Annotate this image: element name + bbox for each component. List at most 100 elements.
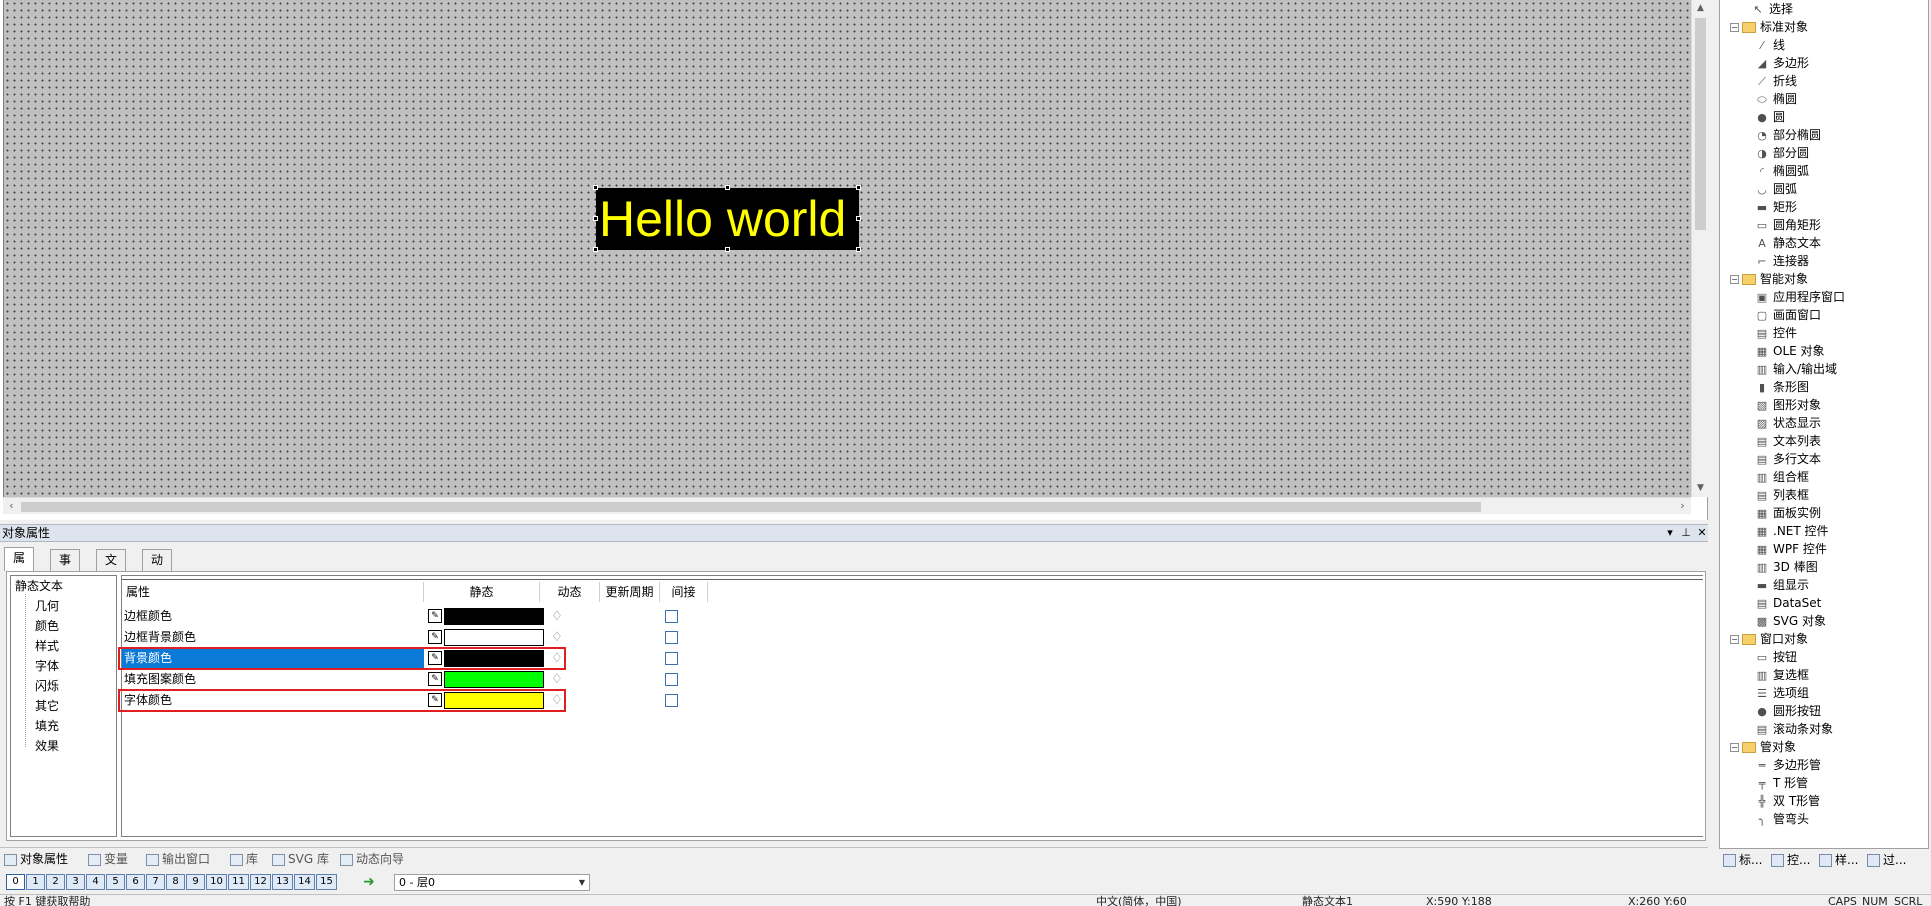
pin-icon[interactable]: ⊥ bbox=[1678, 525, 1694, 541]
resize-handle-n[interactable] bbox=[725, 185, 730, 190]
layer-button[interactable]: 1 bbox=[26, 874, 45, 890]
tree-group[interactable]: − 智能对象 bbox=[1730, 270, 1808, 288]
tab-library[interactable]: 库 bbox=[230, 850, 258, 868]
tree-group[interactable]: − 窗口对象 bbox=[1730, 630, 1808, 648]
vertical-scroll-thumb[interactable] bbox=[1695, 18, 1706, 230]
scroll-right-arrow-icon[interactable]: › bbox=[1674, 498, 1691, 515]
collapse-icon[interactable]: − bbox=[1730, 635, 1739, 644]
toolbox-item[interactable]: ╮ 管弯头 bbox=[1754, 810, 1809, 828]
toolbox-item[interactable]: ▬ 组显示 bbox=[1754, 576, 1809, 594]
color-swatch[interactable] bbox=[444, 608, 544, 625]
tree-group[interactable]: − 管对象 bbox=[1730, 738, 1796, 756]
toolbox-item[interactable]: ▮ 条形图 bbox=[1754, 378, 1809, 396]
toolbox-item[interactable]: ▥ 复选框 bbox=[1754, 666, 1809, 684]
toolbox-item[interactable]: ▦ 面板实例 bbox=[1754, 504, 1821, 522]
collapse-icon[interactable]: − bbox=[1730, 275, 1739, 284]
tab-output-window[interactable]: 输出窗口 bbox=[146, 850, 210, 868]
toolbox-item[interactable]: ▥ 输入/输出域 bbox=[1754, 360, 1837, 378]
toolbox-item[interactable]: ☰ 选项组 bbox=[1754, 684, 1809, 702]
resize-handle-nw[interactable] bbox=[593, 185, 598, 190]
toolbox-item[interactable]: ◡ 圆弧 bbox=[1754, 180, 1797, 198]
toolbox-item[interactable]: ▤ 滚动条对象 bbox=[1754, 720, 1833, 738]
tree-group[interactable]: − 标准对象 bbox=[1730, 18, 1808, 36]
layer-button[interactable]: 8 bbox=[166, 874, 185, 890]
tab-filter[interactable]: 过... bbox=[1867, 851, 1906, 869]
category-fill[interactable]: 填充 bbox=[35, 716, 59, 736]
category-effects[interactable]: 效果 bbox=[35, 736, 59, 756]
tab-animation[interactable]: 动画 bbox=[142, 549, 173, 587]
layer-button[interactable]: 10 bbox=[206, 874, 227, 890]
column-header-indirect[interactable]: 间接 bbox=[660, 582, 708, 602]
layer-button[interactable]: 14 bbox=[294, 874, 315, 890]
lightbulb-icon[interactable]: ♢ bbox=[550, 608, 564, 625]
layer-button[interactable]: 9 bbox=[186, 874, 205, 890]
toolbox-item[interactable]: ▤ 控件 bbox=[1754, 324, 1797, 342]
resize-handle-ne[interactable] bbox=[856, 185, 861, 190]
toolbox-item[interactable]: ⟋ 折线 bbox=[1754, 72, 1797, 90]
tab-standard[interactable]: 标... bbox=[1723, 851, 1762, 869]
tab-properties[interactable]: 属性 bbox=[4, 547, 35, 585]
horizontal-scroll-thumb[interactable] bbox=[21, 502, 1481, 512]
tab-text[interactable]: 文本 bbox=[96, 549, 127, 587]
column-header-static[interactable]: 静态 bbox=[424, 582, 540, 602]
layer-button[interactable]: 7 bbox=[146, 874, 165, 890]
category-colors[interactable]: 颜色 bbox=[35, 616, 59, 636]
tab-tags[interactable]: 变量 bbox=[88, 850, 128, 868]
column-header-update-cycle[interactable]: 更新周期 bbox=[600, 582, 660, 602]
property-name[interactable]: 边框颜色 bbox=[122, 606, 424, 627]
property-row[interactable]: 边框背景颜色 ✎ ♢ bbox=[122, 627, 722, 648]
toolbox-item[interactable]: ⬭ 椭圆 bbox=[1754, 90, 1797, 108]
tab-events[interactable]: 事件 bbox=[50, 549, 81, 587]
toolbox-item[interactable]: ▤ 多行文本 bbox=[1754, 450, 1821, 468]
toolbox-item[interactable]: ▦ .NET 控件 bbox=[1754, 522, 1829, 540]
toolbox-item[interactable]: ▦ OLE 对象 bbox=[1754, 342, 1825, 360]
scroll-left-arrow-icon[interactable]: ‹ bbox=[3, 498, 20, 515]
close-icon[interactable]: ✕ bbox=[1694, 525, 1710, 541]
layer-button[interactable]: 4 bbox=[86, 874, 105, 890]
tab-svg-library[interactable]: SVG 库 bbox=[272, 850, 329, 868]
toolbox-item[interactable]: ▥ 3D 棒图 bbox=[1754, 558, 1818, 576]
property-row[interactable]: 填充图案颜色 ✎ ♢ bbox=[122, 669, 722, 690]
indirect-checkbox[interactable] bbox=[665, 694, 678, 707]
tab-controls[interactable]: 控... bbox=[1771, 851, 1810, 869]
toolbox-item[interactable]: ◢ 多边形 bbox=[1754, 54, 1809, 72]
layer-button[interactable]: 5 bbox=[106, 874, 125, 890]
panel-menu-icon[interactable]: ▾ bbox=[1662, 525, 1678, 541]
layer-button[interactable]: 0 bbox=[6, 874, 25, 890]
resize-handle-sw[interactable] bbox=[593, 247, 598, 252]
layer-button[interactable]: 13 bbox=[272, 874, 293, 890]
layer-button[interactable]: 15 bbox=[316, 874, 337, 890]
toolbox-item[interactable]: ▦ WPF 控件 bbox=[1754, 540, 1827, 558]
toolbox-item[interactable]: ▭ 圆角矩形 bbox=[1754, 216, 1821, 234]
toolbox-item[interactable]: ▤ 文本列表 bbox=[1754, 432, 1821, 450]
lightbulb-icon[interactable]: ♢ bbox=[550, 629, 564, 646]
property-row[interactable]: 边框颜色 ✎ ♢ bbox=[122, 606, 722, 627]
layer-button[interactable]: 12 bbox=[250, 874, 271, 890]
toolbox-item[interactable]: A 静态文本 bbox=[1754, 234, 1821, 252]
layer-button[interactable]: 3 bbox=[66, 874, 85, 890]
scroll-up-arrow-icon[interactable]: ▲ bbox=[1692, 0, 1709, 17]
indirect-checkbox[interactable] bbox=[665, 652, 678, 665]
toolbox-item[interactable]: ▤ 列表框 bbox=[1754, 486, 1809, 504]
toolbox-item[interactable]: ⁄ 线 bbox=[1754, 36, 1785, 54]
property-name[interactable]: 边框背景颜色 bbox=[122, 627, 424, 648]
vertical-scrollbar[interactable]: ▲ ▼ bbox=[1691, 0, 1708, 497]
toolbox-item[interactable]: ▭ 按钮 bbox=[1754, 648, 1797, 666]
color-swatch[interactable] bbox=[444, 671, 544, 688]
toolbox-item[interactable]: ▣ 应用程序窗口 bbox=[1754, 288, 1845, 306]
toolbox-item[interactable]: ╤ T 形管 bbox=[1754, 774, 1808, 792]
collapse-icon[interactable]: − bbox=[1730, 23, 1739, 32]
lightbulb-icon[interactable]: ♢ bbox=[550, 671, 564, 688]
tab-styles[interactable]: 样... bbox=[1819, 851, 1858, 869]
category-geometry[interactable]: 几何 bbox=[35, 596, 59, 616]
indirect-checkbox[interactable] bbox=[665, 631, 678, 644]
toolbox-item[interactable]: ▬ 矩形 bbox=[1754, 198, 1797, 216]
property-name[interactable]: 填充图案颜色 bbox=[122, 669, 424, 690]
indirect-checkbox[interactable] bbox=[665, 673, 678, 686]
toolbox-item[interactable]: ▧ 图形对象 bbox=[1754, 396, 1821, 414]
layer-button[interactable]: 6 bbox=[126, 874, 145, 890]
category-styles[interactable]: 样式 bbox=[35, 636, 59, 656]
indirect-checkbox[interactable] bbox=[665, 610, 678, 623]
category-root[interactable]: 静态文本 bbox=[15, 576, 63, 596]
horizontal-scrollbar[interactable]: ‹ › bbox=[3, 497, 1691, 514]
